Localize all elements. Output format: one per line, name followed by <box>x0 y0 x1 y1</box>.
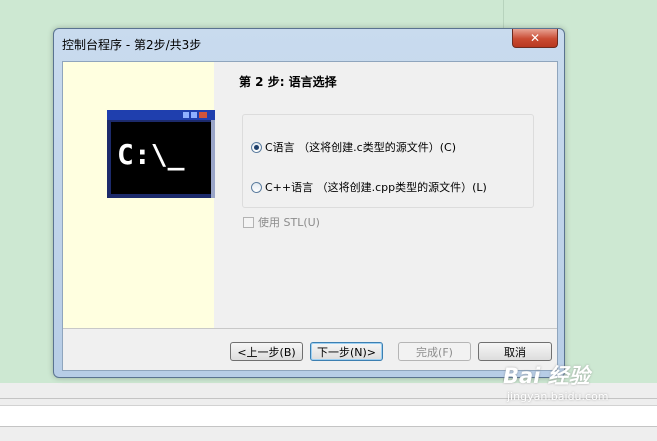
use-stl-checkbox[interactable] <box>243 216 254 228</box>
console-window-icon: C:\_ <box>107 110 215 198</box>
step-title: 第 2 步: 语言选择 <box>239 75 337 89</box>
back-button[interactable]: <上一步(B) <box>230 342 303 361</box>
use-stl-option[interactable]: 使用 STL(U) <box>243 214 320 230</box>
language-options-group: C语言 （这将创建.c类型的源文件）(C) C++语言 （这将创建.cpp类型的… <box>242 114 534 208</box>
close-button[interactable]: ✕ <box>512 29 558 48</box>
baidu-watermark: Bai 经验 jingyan.baidu.com <box>503 360 657 410</box>
wizard-dialog: 控制台程序 - 第2步/共3步 ✕ C:\_ 第 2 步: 语言选择 C语言 （… <box>53 28 565 378</box>
cancel-button[interactable]: 取消 <box>478 342 552 361</box>
radio-option-c[interactable]: C语言 （这将创建.c类型的源文件）(C) <box>251 139 456 155</box>
watermark-url: jingyan.baidu.com <box>507 390 609 403</box>
radio-cpp[interactable] <box>251 181 262 193</box>
radio-cpp-label: C++语言 （这将创建.cpp类型的源文件）(L) <box>265 181 487 194</box>
console-prompt-text: C:\_ <box>117 138 185 171</box>
button-separator <box>63 328 557 329</box>
close-icon: ✕ <box>529 31 541 45</box>
watermark-logo-text: Bai 经验 <box>503 364 590 388</box>
use-stl-label: 使用 STL(U) <box>258 216 320 229</box>
dialog-client-area: C:\_ 第 2 步: 语言选择 C语言 （这将创建.c类型的源文件）(C) C… <box>62 61 558 371</box>
radio-option-cpp[interactable]: C++语言 （这将创建.cpp类型的源文件）(L) <box>251 179 487 195</box>
next-button[interactable]: 下一步(N)> <box>310 342 383 361</box>
finish-button[interactable]: 完成(F) <box>398 342 471 361</box>
radio-c-label: C语言 （这将创建.c类型的源文件）(C) <box>265 141 456 154</box>
window-title: 控制台程序 - 第2步/共3步 <box>62 38 202 52</box>
radio-c[interactable] <box>251 141 262 153</box>
